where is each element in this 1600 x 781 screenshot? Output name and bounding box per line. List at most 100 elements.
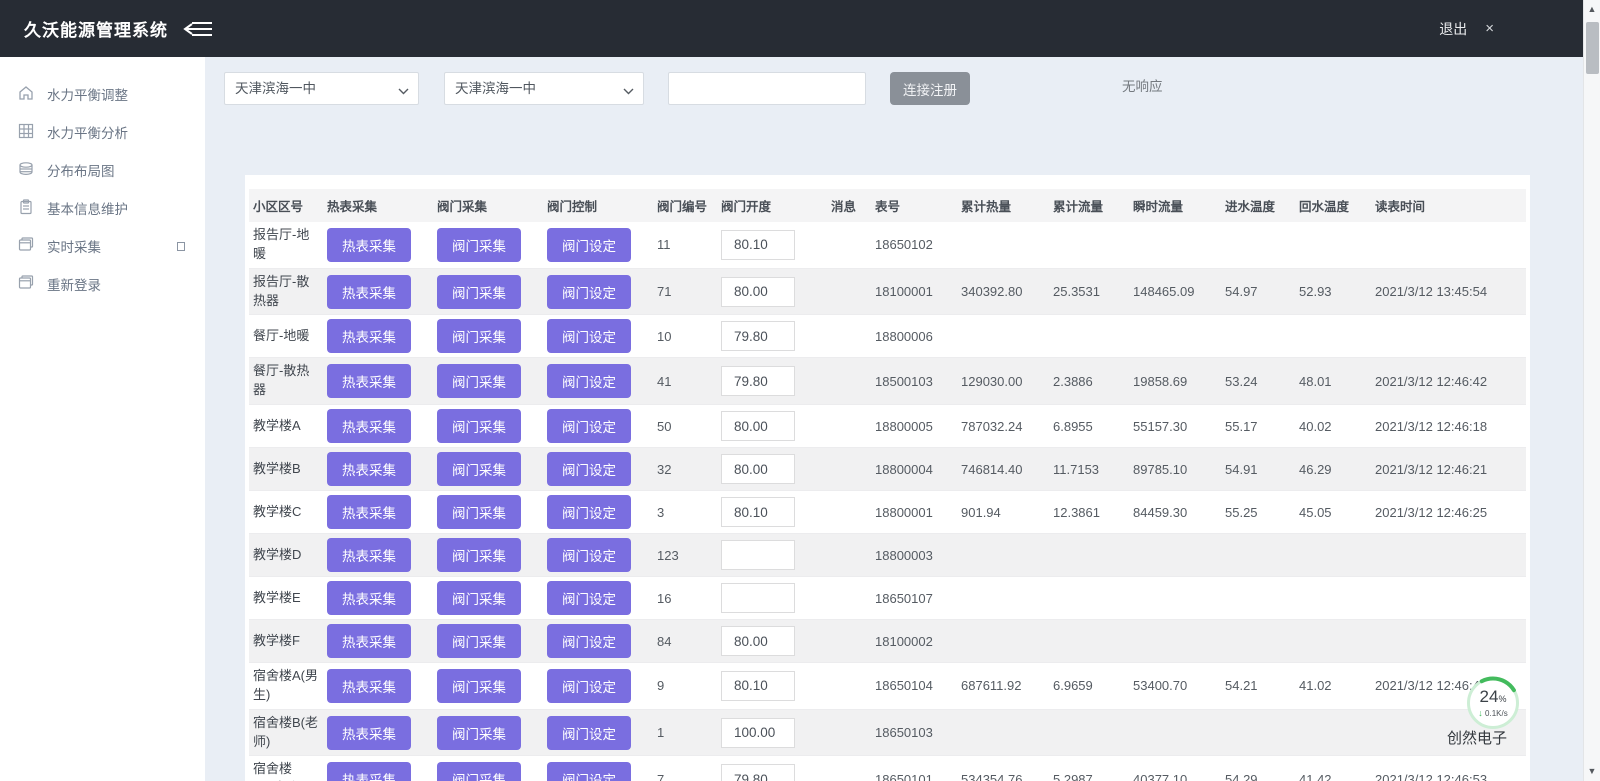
valve-opening-input[interactable]	[721, 366, 795, 396]
meter-number: 18800003	[875, 548, 933, 563]
heat-collect-button[interactable]: 热表采集	[327, 452, 411, 486]
valve-collect-button[interactable]: 阀门采集	[437, 716, 521, 750]
district-name: 报告厅-散热器	[253, 273, 319, 311]
valve-opening-input[interactable]	[721, 626, 795, 656]
district-name: 教学楼B	[253, 460, 301, 479]
instant-flow: 148465.09	[1133, 284, 1194, 299]
heat-collect-button[interactable]: 热表采集	[327, 364, 411, 398]
valve-collect-button[interactable]: 阀门采集	[437, 669, 521, 703]
valve-set-button[interactable]: 阀门设定	[547, 364, 631, 398]
valve-opening-input[interactable]	[721, 718, 795, 748]
valve-set-button[interactable]: 阀门设定	[547, 228, 631, 262]
heat-collect-button[interactable]: 热表采集	[327, 319, 411, 353]
valve-opening-input[interactable]	[721, 230, 795, 260]
station-select-1[interactable]: 天津滨海一中	[224, 72, 419, 105]
total-flow: 11.7153	[1053, 462, 1099, 477]
return-temp: 48.01	[1299, 374, 1332, 389]
valve-set-button[interactable]: 阀门设定	[547, 538, 631, 572]
valve-set-button[interactable]: 阀门设定	[547, 581, 631, 615]
download-progress-widget[interactable]: 24% ↓ 0.1K/s	[1466, 676, 1520, 730]
valve-opening-input[interactable]	[721, 671, 795, 701]
valve-set-button[interactable]: 阀门设定	[547, 624, 631, 658]
column-header: 消息	[827, 189, 871, 222]
heat-collect-button[interactable]: 热表采集	[327, 762, 411, 781]
total-flow: 5.2987	[1053, 772, 1093, 781]
total-heat: 746814.40	[961, 462, 1022, 477]
heat-collect-button[interactable]: 热表采集	[327, 581, 411, 615]
valve-number: 41	[657, 374, 671, 389]
valve-set-button[interactable]: 阀门设定	[547, 452, 631, 486]
scrollbar[interactable]: ▲ ▼	[1583, 0, 1600, 781]
scrollbar-thumb[interactable]	[1586, 22, 1599, 74]
valve-collect-button[interactable]: 阀门采集	[437, 275, 521, 309]
column-header: 阀门采集	[433, 189, 543, 222]
heat-collect-button[interactable]: 热表采集	[327, 538, 411, 572]
heat-collect-button[interactable]: 热表采集	[327, 669, 411, 703]
valve-collect-button[interactable]: 阀门采集	[437, 452, 521, 486]
valve-opening-input[interactable]	[721, 277, 795, 307]
sidebar-item-label: 分布布局图	[47, 160, 115, 180]
total-flow: 6.9659	[1053, 678, 1093, 693]
sidebar-item-hydraulic-adjust[interactable]: 水力平衡调整	[0, 75, 205, 113]
total-heat: 787032.24	[961, 419, 1022, 434]
sidebar-collapse-icon[interactable]	[182, 20, 214, 38]
valve-set-button[interactable]: 阀门设定	[547, 762, 631, 781]
valve-set-button[interactable]: 阀门设定	[547, 495, 631, 529]
table-row: 教学楼D热表采集阀门采集阀门设定12318800003	[249, 534, 1526, 577]
sidebar-item-basic-info[interactable]: 基本信息维护	[0, 189, 205, 227]
valve-collect-button[interactable]: 阀门采集	[437, 319, 521, 353]
valve-collect-button[interactable]: 阀门采集	[437, 581, 521, 615]
heat-collect-button[interactable]: 热表采集	[327, 409, 411, 443]
meter-number: 18800006	[875, 329, 933, 344]
valve-collect-button[interactable]: 阀门采集	[437, 538, 521, 572]
logout-button[interactable]: 退出	[1439, 19, 1467, 39]
table-row: 餐厅-地暖热表采集阀门采集阀门设定1018800006	[249, 315, 1526, 358]
district-name: 教学楼F	[253, 632, 300, 651]
heat-collect-button[interactable]: 热表采集	[327, 716, 411, 750]
expand-box-icon[interactable]	[177, 242, 185, 251]
valve-opening-input[interactable]	[721, 454, 795, 484]
table-header-row: 小区区号热表采集阀门采集阀门控制阀门编号阀门开度消息表号累计热量累计流量瞬时流量…	[249, 189, 1526, 222]
valve-opening-input[interactable]	[721, 411, 795, 441]
station-select-2[interactable]: 天津滨海一中	[444, 72, 644, 105]
valve-set-button[interactable]: 阀门设定	[547, 275, 631, 309]
heat-collect-button[interactable]: 热表采集	[327, 624, 411, 658]
district-name: 教学楼D	[253, 546, 301, 565]
valve-collect-button[interactable]: 阀门采集	[437, 624, 521, 658]
valve-opening-input[interactable]	[721, 764, 795, 781]
sidebar-item-label: 水力平衡分析	[47, 122, 128, 142]
table-row: 教学楼C热表采集阀门采集阀门设定318800001901.9412.386184…	[249, 491, 1526, 534]
sidebar-item-layout-map[interactable]: 分布布局图	[0, 151, 205, 189]
valve-set-button[interactable]: 阀门设定	[547, 409, 631, 443]
valve-opening-input[interactable]	[721, 583, 795, 613]
sidebar-item-relogin[interactable]: 重新登录	[0, 265, 205, 303]
return-temp: 40.02	[1299, 419, 1332, 434]
valve-set-button[interactable]: 阀门设定	[547, 669, 631, 703]
heat-collect-button[interactable]: 热表采集	[327, 275, 411, 309]
connect-register-button[interactable]: 连接注册	[890, 72, 970, 105]
data-table-card: 小区区号热表采集阀门采集阀门控制阀门编号阀门开度消息表号累计热量累计流量瞬时流量…	[245, 175, 1530, 781]
column-header: 热表采集	[323, 189, 433, 222]
sidebar-item-hydraulic-analysis[interactable]: 水力平衡分析	[0, 113, 205, 151]
heat-collect-button[interactable]: 热表采集	[327, 495, 411, 529]
valve-set-button[interactable]: 阀门设定	[547, 319, 631, 353]
scroll-down-icon[interactable]: ▼	[1588, 762, 1597, 781]
valve-collect-button[interactable]: 阀门采集	[437, 409, 521, 443]
app-title: 久沃能源管理系统	[24, 16, 168, 41]
scroll-up-icon[interactable]: ▲	[1588, 0, 1597, 19]
valve-collect-button[interactable]: 阀门采集	[437, 762, 521, 781]
valve-collect-button[interactable]: 阀门采集	[437, 495, 521, 529]
register-input[interactable]	[668, 72, 866, 105]
table-row: 教学楼E热表采集阀门采集阀门设定1618650107	[249, 577, 1526, 620]
valve-collect-button[interactable]: 阀门采集	[437, 364, 521, 398]
close-icon[interactable]: ×	[1485, 21, 1494, 36]
valve-opening-input[interactable]	[721, 497, 795, 527]
instant-flow: 89785.10	[1133, 462, 1187, 477]
sidebar-item-realtime-collect[interactable]: 实时采集	[0, 227, 205, 265]
valve-set-button[interactable]: 阀门设定	[547, 716, 631, 750]
valve-opening-input[interactable]	[721, 321, 795, 351]
heat-collect-button[interactable]: 热表采集	[327, 228, 411, 262]
district-name: 宿舍楼A(男生)	[253, 667, 319, 705]
valve-opening-input[interactable]	[721, 540, 795, 570]
valve-collect-button[interactable]: 阀门采集	[437, 228, 521, 262]
